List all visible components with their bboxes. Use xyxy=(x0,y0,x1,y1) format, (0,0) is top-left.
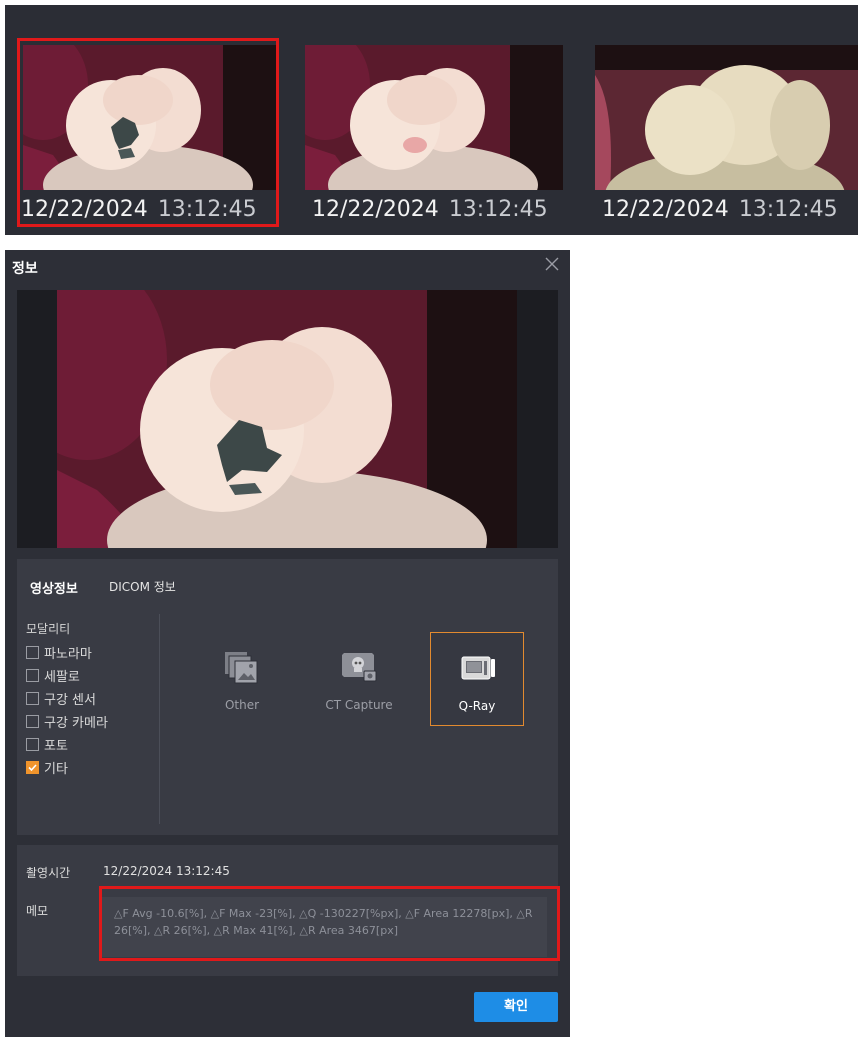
thumbnail-time: 13:12:45 xyxy=(738,197,838,222)
modality-checkbox-label: 파노라마 xyxy=(44,647,92,662)
modality-checkbox-label: 구강 카메라 xyxy=(44,716,108,731)
thumbnail-time: 13:12:45 xyxy=(448,197,548,222)
modality-type-label: CT Capture xyxy=(325,698,393,712)
checkbox[interactable] xyxy=(26,692,39,705)
memo-highlight-box xyxy=(99,886,560,961)
modality-checkbox-intraoral-camera[interactable]: 구강 카메라 xyxy=(26,710,108,733)
info-dialog: 정보 영상정보 DICOM 정보 모달리티 파노라마 세팔로 구강 센서 구강 … xyxy=(5,250,570,1037)
modality-type-label: Other xyxy=(224,698,260,712)
modality-checkbox-label: 구강 센서 xyxy=(44,693,96,708)
thumbnail-2-timestamp: 12/22/2024 13:12:45 xyxy=(312,193,548,227)
confirm-button[interactable]: 확인 xyxy=(474,992,558,1022)
modality-checkbox-label: 세팔로 xyxy=(44,670,80,685)
modality-label: 모달리티 xyxy=(26,622,71,636)
thumbnail-3-timestamp: 12/22/2024 13:12:45 xyxy=(602,193,838,227)
modality-type-ct-capture[interactable]: CT Capture xyxy=(312,632,406,726)
modality-checkbox-intraoral-sensor[interactable]: 구강 센서 xyxy=(26,687,108,710)
checkbox[interactable] xyxy=(26,738,39,751)
thumbnail-2[interactable] xyxy=(305,45,563,190)
q-ray-device-icon xyxy=(461,656,495,680)
memo-label: 메모 xyxy=(26,904,49,918)
thumbnail-date: 12/22/2024 xyxy=(602,197,729,222)
checkmark-icon xyxy=(28,764,37,772)
checkbox[interactable] xyxy=(26,715,39,728)
checkbox[interactable] xyxy=(26,669,39,682)
dialog-title: 정보 xyxy=(12,261,38,277)
modality-checkbox-other[interactable]: 기타 xyxy=(26,756,108,779)
close-icon[interactable] xyxy=(544,256,560,272)
ct-capture-icon xyxy=(342,653,377,682)
thumbnail-selection-highlight xyxy=(17,38,279,227)
modality-checkbox-cephalo[interactable]: 세팔로 xyxy=(26,664,108,687)
modality-type-q-ray[interactable]: Q-Ray xyxy=(430,632,524,726)
modality-list: 파노라마 세팔로 구강 센서 구강 카메라 포토 기타 xyxy=(26,641,108,779)
modality-checkbox-label: 기타 xyxy=(44,762,68,777)
modality-checkbox-photo[interactable]: 포토 xyxy=(26,733,108,756)
tab-image-info[interactable]: 영상정보 xyxy=(30,578,78,597)
capture-time-value: 12/22/2024 13:12:45 xyxy=(103,864,230,878)
modality-type-other[interactable]: Other xyxy=(195,632,289,726)
modality-type-label: Q-Ray xyxy=(458,699,496,713)
capture-info-panel: 촬영시간 12/22/2024 13:12:45 메모 △F Avg -10.6… xyxy=(17,845,560,976)
tab-dicom-info[interactable]: DICOM 정보 xyxy=(109,578,176,595)
vertical-divider xyxy=(159,614,160,824)
image-info-panel: 영상정보 DICOM 정보 모달리티 파노라마 세팔로 구강 센서 구강 카메라… xyxy=(17,559,558,835)
thumbnail-3[interactable] xyxy=(595,45,858,190)
capture-time-label: 촬영시간 xyxy=(26,866,71,880)
checkbox[interactable] xyxy=(26,646,39,659)
photo-stack-icon xyxy=(225,652,258,684)
image-preview xyxy=(17,290,558,548)
thumbnail-strip: 12/22/2024 13:12:45 12/22/2024 13:12:45 xyxy=(5,5,858,235)
modality-checkbox-panorama[interactable]: 파노라마 xyxy=(26,641,108,664)
checkbox-checked[interactable] xyxy=(26,761,39,774)
thumbnail-date: 12/22/2024 xyxy=(312,197,439,222)
modality-checkbox-label: 포토 xyxy=(44,739,68,754)
